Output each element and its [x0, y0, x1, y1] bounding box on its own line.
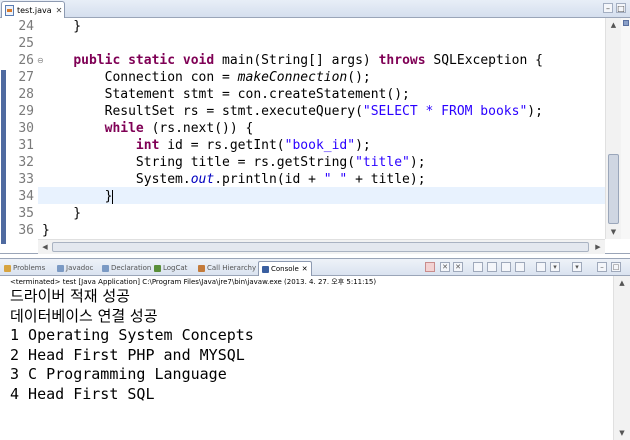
scroll-thumb-horizontal[interactable]	[52, 242, 589, 252]
line-number: 26	[18, 53, 34, 68]
scroll-up-icon[interactable]: ▲	[614, 276, 630, 290]
scroll-right-icon[interactable]: ▶	[591, 240, 605, 254]
editor-tab-test-java[interactable]: test.java ✕	[1, 1, 65, 18]
code-line: Connection con = makeConnection();	[42, 70, 371, 85]
console-pane: ✕ ✕ ▾ ▾ – □ Problems Javadoc Declaration Lo…	[0, 258, 630, 440]
problems-icon	[4, 264, 11, 272]
code-line: Statement stmt = con.createStatement();	[42, 87, 410, 102]
scroll-left-icon[interactable]: ◀	[38, 240, 52, 254]
console-output-line: 데이터베이스 연결 성공	[10, 306, 158, 325]
console-output-line: 4 Head First SQL	[10, 384, 155, 403]
line-number: 35	[18, 206, 34, 221]
console-output-line: 드라이버 적재 성공	[10, 287, 130, 305]
overview-ruler	[621, 18, 630, 239]
tab-call-hierarchy[interactable]: Call Hierarchy	[198, 261, 256, 275]
maximize-icon[interactable]: □	[616, 3, 626, 13]
console-vertical-scrollbar[interactable]: ▲ ▼	[613, 276, 630, 440]
close-icon[interactable]: ✕	[56, 6, 63, 15]
javadoc-icon	[57, 264, 64, 272]
minimize-icon[interactable]: –	[597, 262, 607, 272]
code-line: String title = rs.getString("title");	[42, 155, 426, 170]
code-line: ResultSet rs = stmt.executeQuery("SELECT…	[42, 104, 543, 119]
scroll-up-icon[interactable]: ▲	[606, 18, 621, 32]
java-file-icon	[5, 4, 14, 16]
scroll-thumb[interactable]	[608, 154, 619, 224]
tab-problems[interactable]: Problems	[4, 261, 45, 275]
minimize-icon[interactable]: –	[603, 3, 613, 13]
show-on-stderr-icon[interactable]	[515, 262, 525, 272]
open-console-icon[interactable]: ▾	[572, 262, 582, 272]
editor-tab-label: test.java	[17, 5, 52, 15]
tab-javadoc[interactable]: Javadoc	[57, 261, 93, 275]
remove-all-launches-icon[interactable]: ✕	[453, 262, 463, 272]
code-line: }	[42, 189, 114, 204]
scroll-down-icon[interactable]: ▼	[614, 426, 630, 440]
current-line-highlight	[38, 187, 605, 204]
line-number: 27	[18, 70, 34, 85]
console-output-line: 2 Head First PHP and MYSQL	[10, 345, 245, 364]
tab-console[interactable]: Console ✕	[258, 261, 312, 276]
console-status-line: <terminated> test [Java Application] C:\…	[10, 278, 377, 286]
terminate-icon[interactable]	[425, 262, 435, 272]
tab-label: Declaration	[111, 264, 152, 272]
remove-launch-icon[interactable]: ✕	[440, 262, 450, 272]
console-output-line: 3 C Programming Language	[10, 365, 227, 383]
logcat-icon	[154, 264, 161, 272]
line-number: 24	[18, 19, 34, 34]
code-line: int id = rs.getInt("book_id");	[135, 138, 371, 153]
tab-label: Call Hierarchy	[207, 264, 257, 272]
line-number: 33	[18, 172, 34, 187]
console-output[interactable]: 드라이버 적재 성공 데이터베이스 연결 성공 1 Operating Syst…	[10, 287, 610, 404]
line-number-gutter: 24 25 26 27 28 29 30 31 32 33 34 35 36 ⊖	[8, 18, 44, 239]
tab-label: Javadoc	[66, 264, 94, 272]
line-number: 34	[18, 189, 34, 204]
views-tab-bar: ✕ ✕ ▾ ▾ – □ Problems Javadoc Declaration Lo…	[0, 259, 630, 276]
line-number: 25	[18, 36, 34, 51]
tab-logcat[interactable]: LogCat	[154, 261, 187, 275]
code-line: }	[42, 206, 82, 221]
overview-marker[interactable]	[623, 20, 629, 26]
close-icon[interactable]: ✕	[302, 265, 308, 273]
code-line: System.out.println(id + " " + title);	[42, 172, 426, 187]
declaration-icon	[102, 264, 109, 272]
code-line: public static void main(String[] args) t…	[73, 53, 543, 68]
console-output-line: 1 Operating System Concepts	[10, 326, 254, 344]
text-caret	[112, 189, 114, 204]
editor-horizontal-scrollbar[interactable]: ◀ ▶	[38, 239, 605, 254]
line-number: 31	[18, 138, 34, 153]
clear-console-icon[interactable]	[473, 262, 483, 272]
annotation-marker-bar	[0, 18, 8, 244]
tab-label: Console	[271, 265, 299, 273]
range-indicator	[1, 70, 6, 244]
line-number: 30	[18, 121, 34, 136]
show-on-stdout-icon[interactable]	[501, 262, 511, 272]
editor-pane: test.java ✕ – □ 24 25 26 27 28 29 30 31 …	[0, 0, 630, 254]
line-number: 36	[18, 223, 34, 238]
scroll-lock-icon[interactable]	[487, 262, 497, 272]
line-number: 32	[18, 155, 34, 170]
display-console-icon[interactable]: ▾	[550, 262, 560, 272]
editor-vertical-scrollbar[interactable]: ▲ ▼	[605, 18, 621, 239]
maximize-icon[interactable]: □	[611, 262, 621, 272]
code-line: }	[42, 19, 82, 34]
editor-tab-bar: test.java ✕ – □	[0, 0, 630, 18]
tab-label: Problems	[13, 264, 46, 272]
scroll-down-icon[interactable]: ▼	[606, 225, 621, 239]
tab-label: LogCat	[163, 264, 188, 272]
code-line: while (rs.next()) {	[104, 121, 254, 136]
line-number: 29	[18, 104, 34, 119]
pin-console-icon[interactable]	[536, 262, 546, 272]
call-hierarchy-icon	[198, 264, 205, 272]
line-number: 28	[18, 87, 34, 102]
code-editor[interactable]: } public static void main(String[] args)…	[38, 18, 605, 239]
code-line: }	[42, 223, 50, 238]
tab-declaration[interactable]: Declaration	[102, 261, 151, 275]
console-icon	[262, 265, 269, 273]
